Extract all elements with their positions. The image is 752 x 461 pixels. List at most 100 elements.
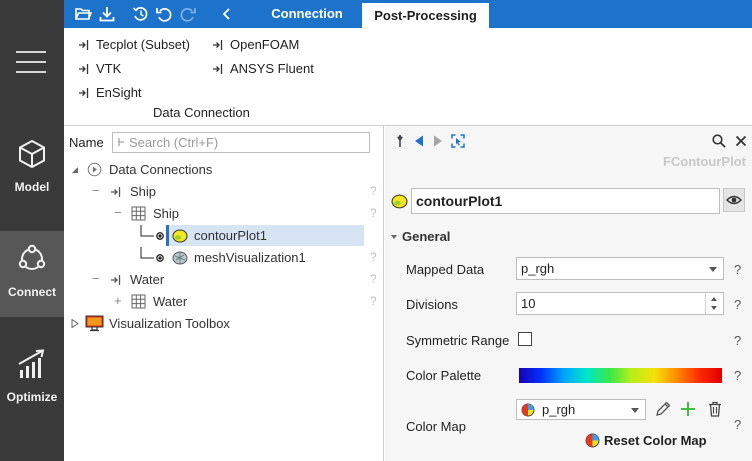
import-icon [79,40,89,50]
locate-selection-icon[interactable] [451,134,465,148]
collapse-toggle-icon[interactable]: − [114,205,122,220]
help-icon[interactable]: ? [370,206,377,220]
monitor-icon [85,315,104,332]
tree-node-water-mesh[interactable]: + Water ? [64,291,384,313]
tree-node-contourplot1[interactable]: contourPlot1 [64,225,384,247]
history-icon[interactable] [132,5,150,23]
import-icon [213,64,223,74]
stepper-divider [705,293,706,314]
collapse-toggle-icon[interactable]: − [92,183,100,198]
tab-connection[interactable]: Connection [252,0,362,28]
mapped-data-select[interactable]: p_rgh [516,257,724,280]
object-name-field[interactable]: contourPlot1 [411,188,720,214]
search-icon[interactable] [712,134,726,148]
help-icon[interactable]: ? [734,262,741,277]
search-input[interactable] [129,134,365,151]
tree-node-visualization-toolbox[interactable]: Visualization Toolbox [64,313,384,335]
tree-connector-icon [140,247,164,262]
expand-toggle-icon[interactable]: + [114,293,122,308]
tree-node-water[interactable]: − Water ? [64,269,384,291]
sidebar-item-optimize[interactable]: Optimize [0,336,64,422]
divisions-stepper[interactable]: 10 [516,292,724,315]
ribbon-item-label: ANSYS Fluent [230,61,314,76]
sidebar-item-model[interactable]: Model [0,126,64,212]
help-icon[interactable]: ? [370,272,377,286]
tree-connector-icon [140,225,164,240]
forward-arrow-icon[interactable] [431,134,445,148]
import-icon [213,40,223,50]
properties-panel: FContourPlot contourPlot1 General Mapped… [385,126,752,461]
help-icon[interactable]: ? [734,417,741,432]
symmetric-range-checkbox[interactable] [518,332,532,346]
section-general[interactable]: General [391,229,450,244]
help-icon[interactable]: ? [734,333,741,348]
help-icon[interactable]: ? [370,294,377,308]
top-toolbar: Connection Post-Processing [64,0,752,28]
ribbon-item-label: Tecplot (Subset) [96,37,190,52]
tree-node-ship-mesh[interactable]: − Ship ? [64,203,384,225]
collapse-triangle-icon[interactable] [71,166,79,174]
sidebar-item-connect[interactable]: Connect [0,231,64,317]
import-icon [79,64,89,74]
close-icon[interactable] [734,134,748,148]
open-folder-icon[interactable] [74,5,92,23]
increment-icon[interactable] [711,297,717,301]
collapse-triangle-icon[interactable] [391,235,397,239]
color-map-select[interactable]: p_rgh [516,399,646,420]
play-circle-icon [87,162,102,177]
sidebar-item-label: Connect [8,285,56,299]
color-map-icon [585,433,600,448]
color-map-label: Color Map [406,419,466,434]
section-title: General [402,229,451,244]
pin-icon[interactable] [393,134,407,148]
visibility-toggle-button[interactable] [723,188,745,212]
tree-node-label: Water [153,294,188,309]
undo-icon[interactable] [155,5,173,23]
ribbon-group-label: Data Connection [153,105,250,120]
divisions-label: Divisions [406,297,459,312]
eye-icon [726,195,742,205]
search-icon [118,138,124,146]
ribbon-item-label: EnSight [96,85,142,100]
tree-node-label: Visualization Toolbox [109,316,230,331]
ribbon-panel: Tecplot (Subset) OpenFOAM VTK ANSYS Flue… [64,28,752,126]
add-icon[interactable] [679,400,697,418]
chevron-down-icon [709,267,717,272]
optimize-icon [18,349,45,378]
tree-node-ship[interactable]: − Ship ? [64,181,384,203]
color-palette-bar[interactable] [519,368,722,383]
tree-node-label: Data Connections [109,162,213,177]
grid-icon [131,294,146,309]
tab-post-processing[interactable]: Post-Processing [362,3,489,28]
edit-pencil-icon[interactable] [654,400,672,418]
redo-icon[interactable] [179,5,197,23]
expand-triangle-icon[interactable] [71,319,79,328]
contour-plot-icon [172,229,188,243]
tree-panel: Name Data Connections − Ship ? − Ship ? … [64,126,384,461]
connect-icon [18,244,46,270]
color-palette-label: Color Palette [406,368,482,383]
sidebar-item-label: Optimize [6,390,58,404]
divisions-value: 10 [521,296,536,311]
search-box [112,132,370,153]
help-icon[interactable]: ? [370,250,377,264]
mapped-data-value: p_rgh [521,261,555,276]
back-arrow-icon[interactable] [412,134,426,148]
decrement-icon[interactable] [711,306,717,310]
hamburger-icon [16,51,46,73]
cube-icon [19,139,45,169]
collapse-toggle-icon[interactable]: − [92,271,100,286]
sidebar-item-label: Model [14,180,50,194]
tree-node-data-connections[interactable]: Data Connections [64,159,384,181]
hamburger-menu-button[interactable] [0,0,64,126]
trash-icon[interactable] [706,400,724,418]
grid-icon [131,206,146,221]
chevron-left-icon[interactable] [218,5,236,23]
help-icon[interactable]: ? [734,368,741,383]
tree-node-meshvisualization1[interactable]: meshVisualization1 ? [64,247,384,269]
download-icon[interactable] [98,5,116,23]
contour-plot-icon [391,194,408,209]
help-icon[interactable]: ? [734,297,741,312]
mesh-visualization-icon [172,251,188,265]
help-icon[interactable]: ? [370,184,377,198]
